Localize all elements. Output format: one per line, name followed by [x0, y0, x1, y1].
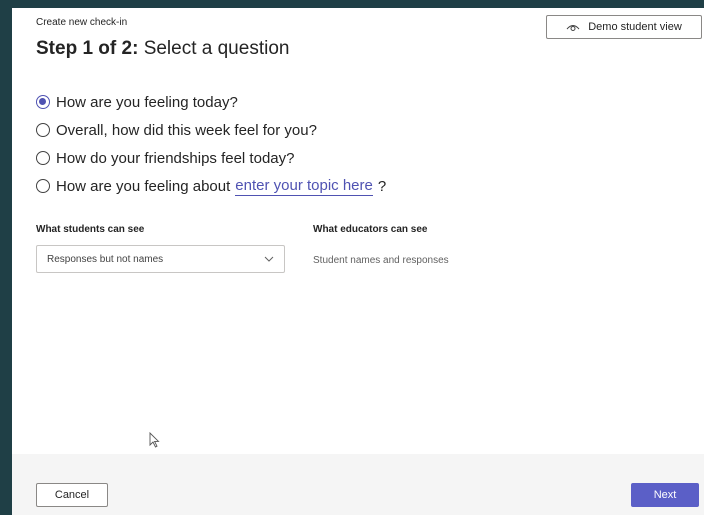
- dialog-eyebrow: Create new check-in: [36, 17, 128, 28]
- question-label: How do your friendships feel today?: [56, 149, 295, 167]
- question-label: How are you feeling today?: [56, 93, 238, 111]
- topic-input[interactable]: enter your topic here: [235, 177, 373, 196]
- question-option-4[interactable]: How are you feeling about enter your top…: [36, 172, 386, 200]
- radio-icon[interactable]: [36, 151, 50, 165]
- demo-student-view-label: Demo student view: [588, 21, 682, 33]
- radio-icon[interactable]: [36, 123, 50, 137]
- step-indicator: Step 1 of 2:: [36, 38, 139, 59]
- step-title: Select a question: [143, 38, 290, 59]
- next-button[interactable]: Next: [631, 483, 699, 507]
- students-visibility-label: What students can see: [36, 224, 145, 235]
- radio-selected-icon[interactable]: [36, 95, 50, 109]
- radio-icon[interactable]: [36, 179, 50, 193]
- dialog-footer: Cancel Next: [12, 454, 704, 515]
- question-option-2[interactable]: Overall, how did this week feel for you?: [36, 116, 386, 144]
- demo-student-view-button[interactable]: Demo student view: [546, 15, 702, 39]
- eye-icon: [566, 25, 580, 31]
- students-visibility-value: Responses but not names: [47, 253, 164, 265]
- students-visibility-dropdown[interactable]: Responses but not names: [36, 245, 285, 273]
- question-label: Overall, how did this week feel for you?: [56, 121, 317, 139]
- question-label-suffix: ?: [377, 177, 387, 195]
- question-radio-group: How are you feeling today? Overall, how …: [36, 88, 386, 200]
- cancel-button[interactable]: Cancel: [36, 483, 108, 507]
- mouse-pointer-icon: [149, 432, 160, 448]
- question-option-3[interactable]: How do your friendships feel today?: [36, 144, 386, 172]
- educators-visibility-value: Student names and responses: [313, 255, 449, 266]
- question-option-1[interactable]: How are you feeling today?: [36, 88, 386, 116]
- educators-visibility-label: What educators can see: [313, 224, 428, 235]
- chevron-down-icon: [264, 256, 274, 262]
- question-label-prefix: How are you feeling about: [56, 177, 231, 195]
- create-checkin-dialog: Create new check-in Step 1 of 2: Select …: [12, 8, 704, 515]
- page-title: Step 1 of 2: Select a question: [36, 38, 289, 60]
